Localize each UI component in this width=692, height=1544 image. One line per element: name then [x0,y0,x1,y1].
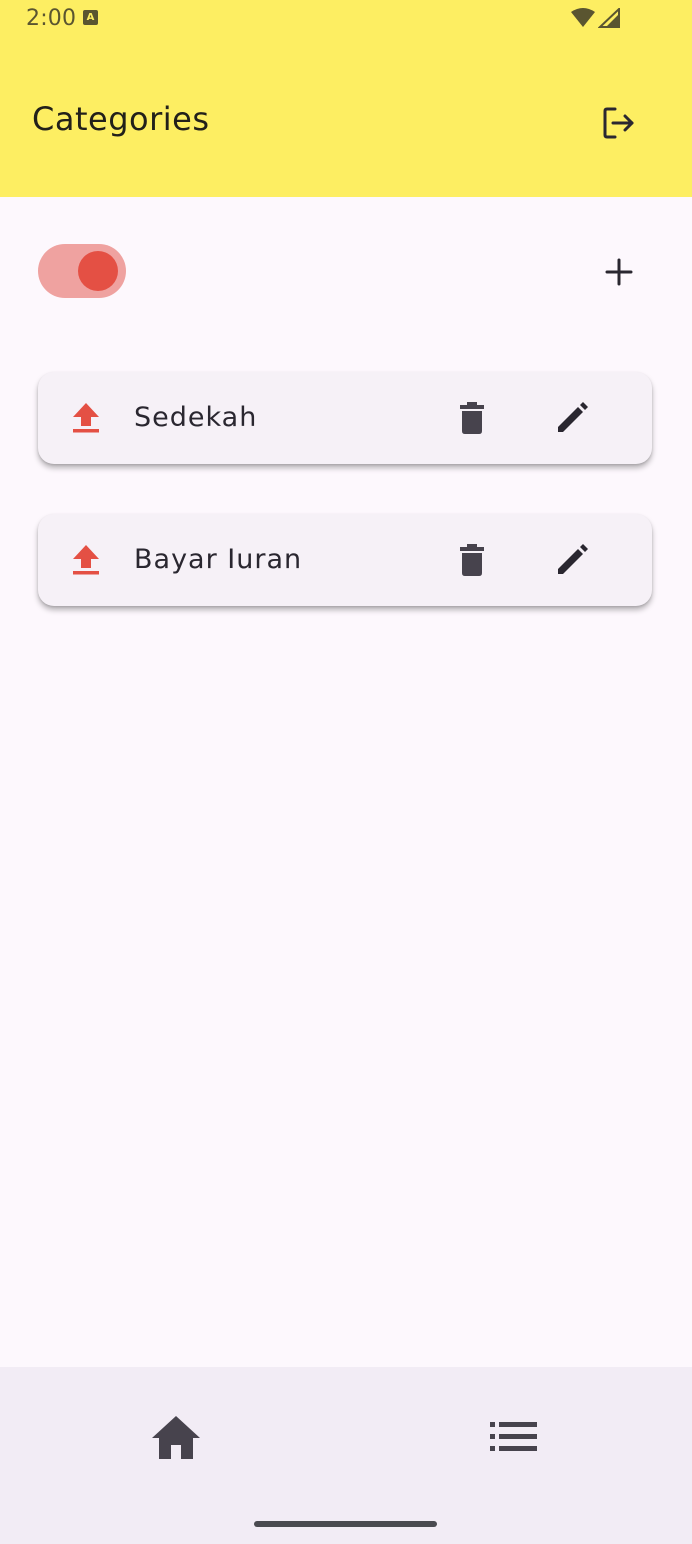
logout-button[interactable] [594,98,644,148]
add-category-button[interactable] [594,247,644,297]
gesture-handle [254,1521,437,1527]
edit-button[interactable] [550,538,594,582]
app-bar: 2:00 A Categories [0,0,692,197]
nav-list-button[interactable] [484,1407,544,1467]
toggle-thumb [78,251,118,291]
page-title: Categories [32,100,210,138]
bottom-navigation [0,1367,692,1544]
delete-button[interactable] [450,538,494,582]
home-icon [152,1416,200,1459]
trash-icon [460,544,484,576]
category-name: Sedekah [134,402,258,433]
signal-icon [598,8,620,28]
type-toggle-switch[interactable] [38,244,126,298]
category-card: Bayar Iuran [38,514,652,606]
nav-home-button[interactable] [146,1407,206,1467]
pencil-icon [558,544,588,574]
pencil-icon [558,402,588,432]
delete-button[interactable] [450,396,494,440]
logout-icon [603,107,634,139]
screen: 2:00 A Categories Sedekah Bayar Iuran [0,0,692,1544]
accessibility-notification-icon: A [83,10,98,25]
plus-icon [605,258,633,286]
wifi-icon [571,8,595,27]
category-card: Sedekah [38,372,652,464]
category-name: Bayar Iuran [134,544,303,575]
upload-icon [73,545,99,575]
upload-icon [73,403,99,433]
edit-button[interactable] [550,396,594,440]
status-time: 2:00 [26,6,77,31]
list-icon [490,1422,537,1451]
trash-icon [460,402,484,434]
